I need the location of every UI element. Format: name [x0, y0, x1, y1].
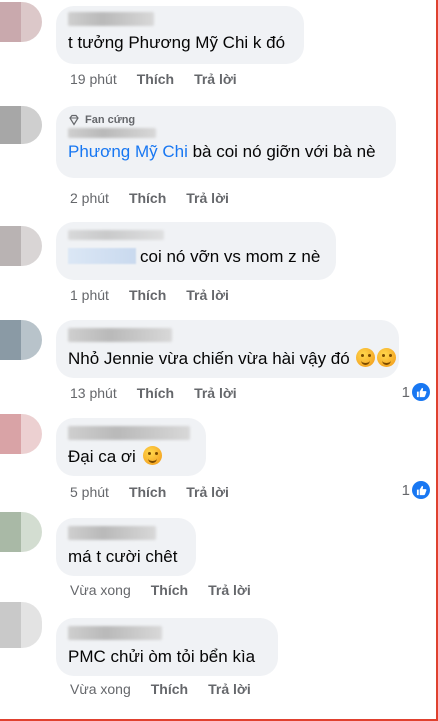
author-name-redacted[interactable] [68, 626, 162, 640]
comment-bubble: coi nó vỡn vs mom z nè [56, 222, 336, 280]
timestamp[interactable]: Vừa xong [70, 681, 131, 697]
reply-button[interactable]: Trả lời [186, 484, 229, 500]
comment-text: Phương Mỹ Chi bà coi nó giỡn với bà nè [68, 141, 384, 163]
reply-button[interactable]: Trả lời [186, 287, 229, 303]
comment-actions: 2 phút Thích Trả lời [70, 190, 229, 206]
author-name-redacted[interactable] [68, 12, 154, 26]
timestamp[interactable]: 1 phút [70, 287, 109, 303]
comment-body: Nhỏ Jennie vừa chiến vừa hài vậy đó [68, 349, 350, 368]
avatar[interactable] [0, 106, 42, 144]
like-count: 1 [401, 383, 410, 401]
comment-body: coi nó vỡn vs mom z nè [140, 247, 321, 266]
timestamp[interactable]: 2 phút [70, 190, 109, 206]
reply-button[interactable]: Trả lời [194, 385, 237, 401]
author-name-redacted[interactable] [68, 230, 164, 240]
avatar[interactable] [0, 414, 42, 454]
author-name-redacted[interactable] [68, 128, 156, 138]
comment-bubble: Nhỏ Jennie vừa chiến vừa hài vậy đó [56, 320, 399, 378]
comment-body: bà coi nó giỡn với bà nè [192, 142, 376, 161]
reaction-count[interactable]: 1 [402, 383, 430, 401]
timestamp[interactable]: 13 phút [70, 385, 117, 401]
comment-actions: Vừa xong Thích Trả lời [70, 681, 251, 697]
comment-bubble: Đại ca ơi [56, 418, 206, 476]
comment-text: Đại ca ơi [68, 446, 194, 468]
avatar[interactable] [0, 320, 42, 360]
fan-badge: Fan cứng [68, 114, 384, 126]
comment-text: má t cười chêt [68, 547, 178, 566]
comment-bubble: Fan cứng Phương Mỹ Chi bà coi nó giỡn vớ… [56, 106, 396, 178]
avatar[interactable] [0, 602, 42, 648]
like-button[interactable]: Thích [151, 681, 188, 697]
avatar[interactable] [0, 226, 42, 266]
like-button[interactable]: Thích [129, 287, 166, 303]
laughing-emoji-icon [142, 446, 162, 465]
like-button[interactable]: Thích [137, 71, 174, 87]
badge-label: Fan cứng [85, 114, 136, 126]
like-button[interactable]: Thích [129, 484, 166, 500]
like-button[interactable]: Thích [151, 582, 188, 598]
thumbs-up-icon [412, 481, 430, 499]
reply-button[interactable]: Trả lời [194, 71, 237, 87]
reply-button[interactable]: Trả lời [208, 681, 251, 697]
mention-redacted[interactable] [68, 248, 136, 264]
avatar[interactable] [0, 2, 42, 42]
comment-bubble: PMC chửi òm tỏi bển kìa [56, 618, 278, 676]
author-name-redacted[interactable] [68, 526, 156, 540]
comment-actions: 13 phút Thích Trả lời [70, 385, 237, 401]
timestamp[interactable]: 5 phút [70, 484, 109, 500]
mention-link[interactable]: Phương Mỹ Chi [68, 142, 188, 161]
author-name-redacted[interactable] [68, 328, 172, 342]
reaction-count[interactable]: 1 [402, 481, 430, 499]
comment-bubble: t tưởng Phương Mỹ Chi k đó [56, 6, 304, 64]
timestamp[interactable]: Vừa xong [70, 582, 131, 598]
comment-actions: 1 phút Thích Trả lời [70, 287, 229, 303]
avatar[interactable] [0, 512, 42, 552]
like-button[interactable]: Thích [137, 385, 174, 401]
comment-bubble: má t cười chêt [56, 518, 196, 576]
comment-body: Đại ca ơi [68, 447, 136, 466]
thumbs-up-icon [412, 383, 430, 401]
like-button[interactable]: Thích [129, 190, 166, 206]
comment-text: t tưởng Phương Mỹ Chi k đó [68, 33, 286, 52]
like-count: 1 [401, 481, 410, 499]
reply-button[interactable]: Trả lời [208, 582, 251, 598]
reply-button[interactable]: Trả lời [186, 190, 229, 206]
diamond-icon [69, 114, 79, 126]
laughing-emoji-icon [377, 348, 397, 367]
timestamp[interactable]: 19 phút [70, 71, 117, 87]
comment-text: coi nó vỡn vs mom z nè [68, 246, 324, 268]
comment-actions: Vừa xong Thích Trả lời [70, 582, 251, 598]
laughing-emoji-icon [356, 348, 376, 367]
comment-text: PMC chửi òm tỏi bển kìa [68, 647, 256, 666]
comment-actions: 19 phút Thích Trả lời [70, 71, 237, 87]
author-name-redacted[interactable] [68, 426, 190, 440]
comment-text: Nhỏ Jennie vừa chiến vừa hài vậy đó [68, 348, 397, 370]
comment-actions: 5 phút Thích Trả lời [70, 484, 229, 500]
